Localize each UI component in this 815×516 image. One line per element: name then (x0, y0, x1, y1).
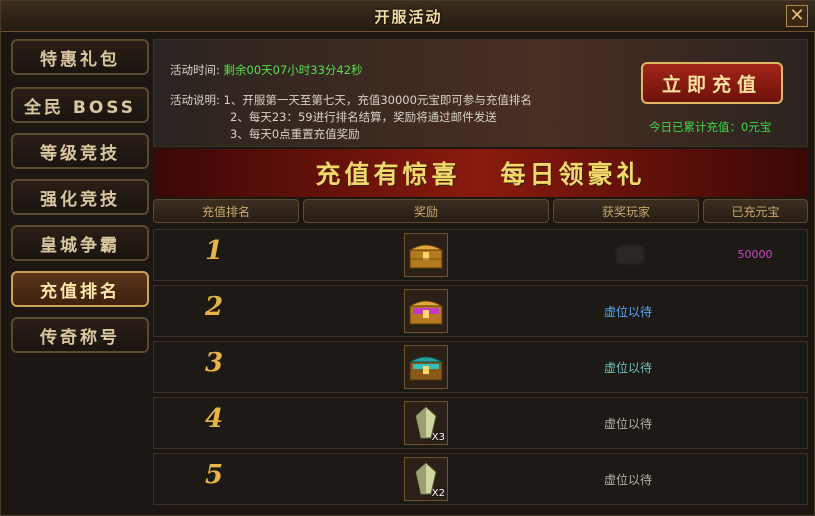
info-panel: 活动时间: 剩余00天07小时33分42秒 活动说明: 1、开服第一天至第七天，… (153, 39, 808, 147)
table-row: 2 虚位以待 (153, 285, 808, 337)
sidebar-item-label: 皇城争霸 (40, 235, 120, 256)
player-name: 虚位以待 (603, 361, 652, 375)
desc-row: 活动说明: 1、开服第一天至第七天，充值30000元宝即可参与充值排名 (170, 92, 532, 108)
rank-number: 1 (204, 236, 224, 266)
time-row: 活动时间: 剩余00天07小时33分42秒 (170, 62, 363, 78)
reward-slot[interactable]: X2 (404, 457, 448, 501)
player-name: 虚位以待 (603, 473, 652, 487)
sidebar-item-enhance-contest[interactable]: 强化竞技 (11, 179, 149, 215)
sidebar-item-label: 等级竞技 (40, 143, 120, 164)
reward-slot[interactable] (404, 233, 448, 277)
header-amount: 已充元宝 (703, 199, 808, 223)
player-name: 虚位以待 (603, 305, 652, 319)
gold-chest-icon (408, 244, 444, 269)
player-name-hidden (616, 246, 644, 264)
window-title: 开服活动 (374, 7, 443, 26)
sidebar: 特惠礼包 全民 BOSS 等级竞技 强化竞技 皇城争霸 充值排名 传奇称号 (9, 39, 149, 509)
teal-chest-icon (408, 356, 444, 381)
table-row: 5 X2 虚位以待 (153, 453, 808, 505)
sidebar-item-special-gift[interactable]: 特惠礼包 (11, 39, 149, 75)
desc-label: 活动说明: (170, 93, 220, 107)
reward-slot[interactable] (404, 345, 448, 389)
recharge-now-button[interactable]: 立即充值 (641, 62, 783, 104)
sidebar-item-label: 全民 BOSS (23, 97, 137, 118)
player-name: 虚位以待 (603, 417, 652, 431)
sidebar-item-castle-siege[interactable]: 皇城争霸 (11, 225, 149, 261)
sidebar-item-level-contest[interactable]: 等级竞技 (11, 133, 149, 169)
time-remaining: 剩余00天07小时33分42秒 (223, 63, 363, 77)
header-reward: 奖励 (303, 199, 549, 223)
rank-number: 4 (204, 404, 224, 434)
rank-number: 2 (204, 292, 224, 322)
sidebar-item-recharge-ranking[interactable]: 充值排名 (11, 271, 149, 307)
recharge-amount: 50000 (737, 248, 773, 261)
main-panel: 活动时间: 剩余00天07小时33分42秒 活动说明: 1、开服第一天至第七天，… (153, 39, 808, 509)
close-button[interactable]: ✕ (786, 5, 808, 27)
close-icon: ✕ (789, 5, 805, 26)
sidebar-item-world-boss[interactable]: 全民 BOSS (11, 87, 149, 123)
desc-line-1: 1、开服第一天至第七天，充值30000元宝即可参与充值排名 (223, 93, 532, 107)
item-quantity: X3 (431, 432, 445, 443)
rank-number: 3 (204, 348, 224, 378)
desc-line-3: 3、每天0点重置充值奖励 (230, 127, 360, 141)
purple-chest-icon (408, 300, 444, 325)
banner-right: 每日领豪礼 (500, 160, 646, 189)
title-bar: 开服活动 ✕ (1, 1, 815, 32)
table-row: 4 X3 虚位以待 (153, 397, 808, 449)
rank-number: 5 (204, 460, 224, 490)
sidebar-item-legend-title[interactable]: 传奇称号 (11, 317, 149, 353)
sidebar-item-label: 传奇称号 (40, 327, 120, 348)
desc-line-2: 2、每天23：59进行排名结算，奖励将通过邮件发送 (230, 110, 497, 124)
sidebar-item-label: 充值排名 (40, 281, 120, 302)
header-rank: 充值排名 (153, 199, 299, 223)
sidebar-item-label: 特惠礼包 (40, 49, 120, 70)
table-row: 3 虚位以待 (153, 341, 808, 393)
sidebar-item-label: 强化竞技 (40, 189, 120, 210)
promo-banner: 充值有惊喜 每日领豪礼 (153, 149, 808, 197)
header-player: 获奖玩家 (553, 199, 699, 223)
activity-window: 开服活动 ✕ 特惠礼包 全民 BOSS 等级竞技 强化竞技 皇城争霸 充值排名 … (0, 0, 815, 516)
reward-slot[interactable]: X3 (404, 401, 448, 445)
reward-slot[interactable] (404, 289, 448, 333)
table-header: 充值排名 奖励 获奖玩家 已充元宝 (153, 199, 808, 223)
table-row: 1 50000 (153, 229, 808, 281)
time-label: 活动时间: (170, 63, 220, 77)
today-total: 今日已累计充值：0元宝 (649, 120, 772, 134)
item-quantity: X2 (431, 488, 445, 499)
banner-left: 充值有惊喜 (315, 160, 461, 189)
